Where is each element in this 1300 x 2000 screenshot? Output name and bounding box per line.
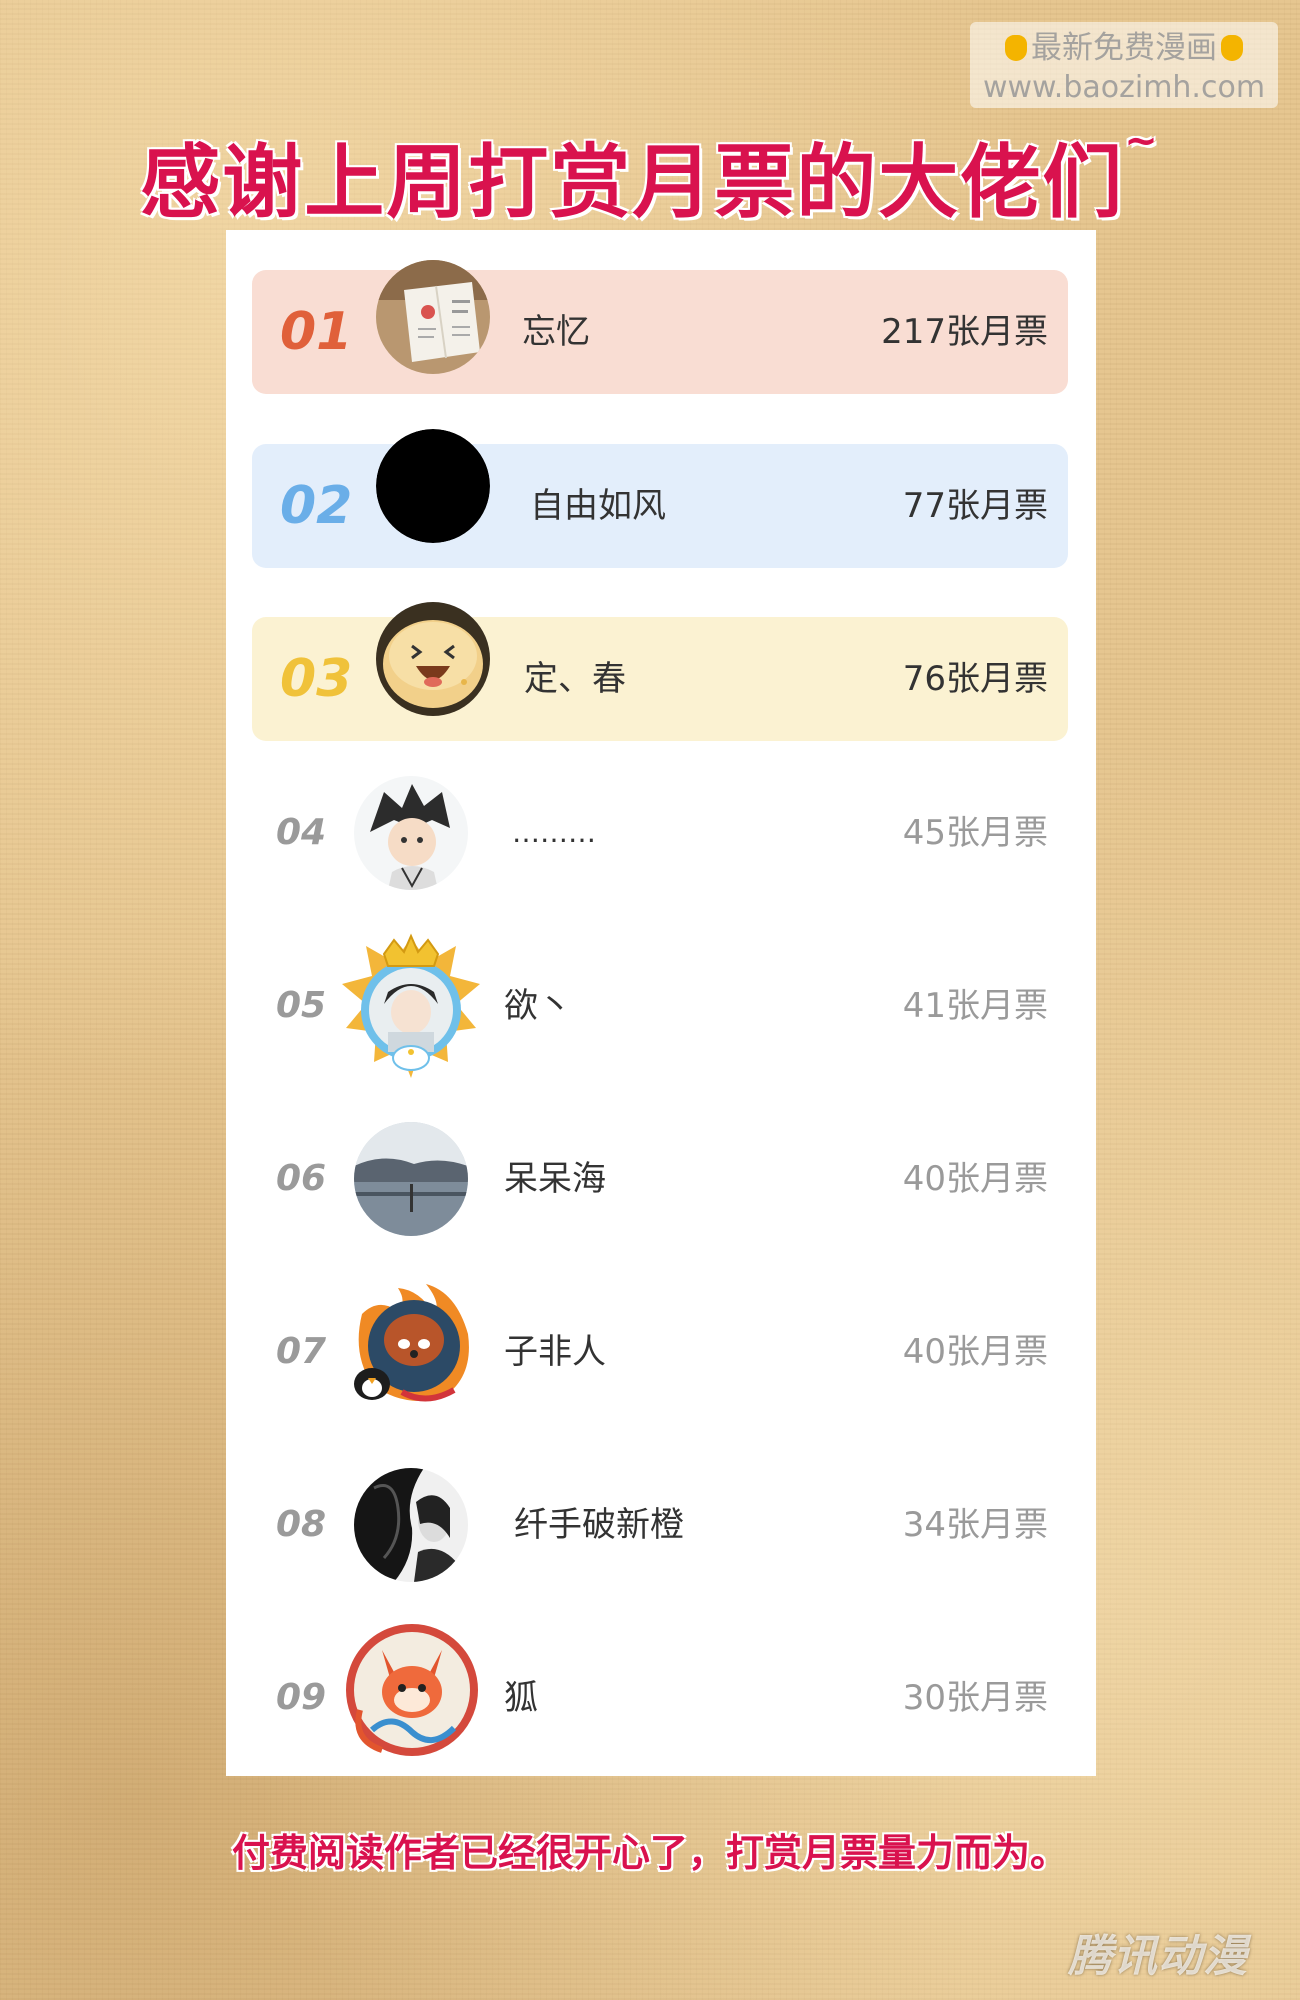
user-name: ……… (512, 816, 596, 849)
watermark-text: 最新免费漫画 (1031, 30, 1217, 66)
hand-pointing-down-icon (1005, 35, 1027, 61)
vote-count: 34张月票 (902, 1505, 1048, 1545)
vote-count: 76张月票 (902, 659, 1048, 699)
avatar[interactable] (354, 1122, 468, 1236)
ranking-row-8: 08 纤手破新橙 34张月票 (252, 1463, 1068, 1587)
user-name: 狐 (504, 1678, 538, 1718)
vote-count: 41张月票 (902, 986, 1048, 1026)
watermark-line1: 最新免费漫画 (970, 26, 1278, 70)
watermark-badge: 最新免费漫画 www.baozimh.com (970, 22, 1278, 108)
rank-number: 09 (276, 1677, 327, 1718)
rank-number: 08 (276, 1504, 327, 1545)
page-title-text: 感谢上周打赏月票的大佬们 (140, 136, 1125, 229)
title-tilde: ~ (1124, 118, 1160, 164)
avatar[interactable] (376, 260, 490, 374)
avatar-with-flame-frame[interactable] (342, 1274, 482, 1414)
avatar[interactable] (354, 1468, 468, 1582)
rank-number: 05 (276, 985, 327, 1026)
user-name: 欲丶 (504, 986, 572, 1026)
avatar-with-fox-frame[interactable] (342, 1620, 482, 1760)
vote-count: 30张月票 (902, 1678, 1048, 1718)
user-name: 忘忆 (522, 312, 590, 352)
ranking-row-4: 04 ……… 45张月票 (252, 771, 1068, 895)
ranking-row-6: 06 呆呆海 40张月票 (252, 1117, 1068, 1241)
user-name: 子非人 (504, 1332, 606, 1372)
avatar[interactable] (376, 602, 490, 716)
rank-number: 04 (276, 812, 327, 853)
vote-count: 40张月票 (902, 1332, 1048, 1372)
user-name: 纤手破新橙 (514, 1505, 684, 1545)
footer-note: 付费阅读作者已经很开心了，打赏月票量力而为。 (231, 1831, 1068, 1875)
user-name: 定、春 (524, 659, 626, 699)
hand-pointing-down-icon (1221, 35, 1243, 61)
avatar[interactable] (376, 429, 490, 543)
ranking-row-5: 05 欲丶 41张月票 (252, 933, 1068, 1078)
ranking-row-1: 01 忘忆 217张月票 (252, 260, 1068, 394)
page-title: 感谢上周打赏月票的大佬们~ (0, 118, 1300, 234)
vote-count: 217张月票 (881, 312, 1048, 352)
ranking-card: 01 忘忆 217张月票 02 自由如风 77张月票 03 定、春 76张月票 … (226, 230, 1096, 1776)
avatar-with-crown-frame[interactable] (336, 932, 486, 1082)
ranking-row-9: 09 狐 30张月票 (252, 1624, 1068, 1760)
user-name: 呆呆海 (504, 1159, 606, 1199)
rank-number: 03 (280, 649, 353, 709)
rank-number: 01 (280, 302, 353, 362)
rank-number: 06 (276, 1158, 327, 1199)
tencent-comic-logo: 腾讯动漫 (1068, 1931, 1248, 1982)
vote-count: 77张月票 (902, 486, 1048, 526)
ranking-row-7: 07 子非人 40张月票 (252, 1284, 1068, 1414)
vote-count: 40张月票 (902, 1159, 1048, 1199)
ranking-row-2: 02 自由如风 77张月票 (252, 429, 1068, 568)
watermark-url: www.baozimh.com (982, 70, 1266, 105)
ranking-row-3: 03 定、春 76张月票 (252, 602, 1068, 741)
avatar[interactable] (354, 776, 468, 890)
user-name: 自由如风 (530, 486, 666, 526)
rank-number: 07 (276, 1331, 327, 1372)
vote-count: 45张月票 (902, 813, 1048, 853)
rank-number: 02 (280, 476, 353, 536)
